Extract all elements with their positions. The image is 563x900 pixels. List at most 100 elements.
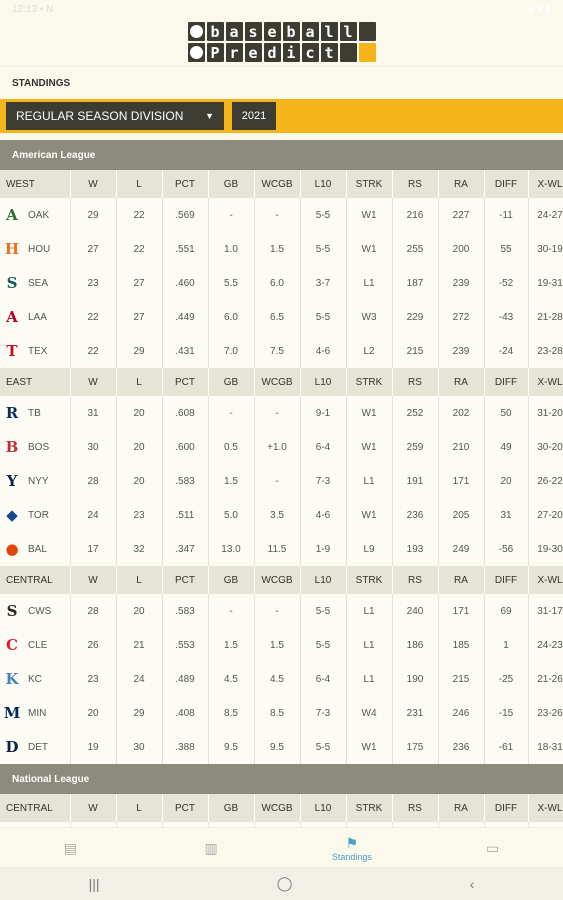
column-header[interactable]: L <box>116 368 163 396</box>
stat-cell: 236 <box>392 498 439 532</box>
team-row[interactable]: D DET 19 30.388 9.5 9.5 5-5 W1 175 236 -61 18-31 <box>0 730 563 764</box>
stat-cell: 3-7 <box>300 266 347 300</box>
filter-bar: REGULAR SEASON DIVISION ▼ 2021 <box>0 99 563 133</box>
stat-cell: 22 <box>116 198 163 232</box>
column-header[interactable]: L <box>116 170 163 198</box>
column-header[interactable]: RS <box>392 170 439 198</box>
stat-cell: 23-28 <box>528 334 563 368</box>
team-row[interactable]: T TEX 22 29.431 7.0 7.5 4-6 L2 215 239 -24 23-28 <box>0 334 563 368</box>
team-cell[interactable]: Y NYY <box>0 464 71 498</box>
team-cell[interactable]: S SEA <box>0 266 71 300</box>
team-cell[interactable]: A LAA <box>0 300 71 334</box>
texas-icon: T <box>6 341 18 360</box>
team-cell[interactable]: H HOU <box>0 232 71 266</box>
team-row[interactable]: C CLE 26 21.553 1.5 1.5 5-5 L1 186 185 1 24-23 <box>0 628 563 662</box>
column-header[interactable]: RA <box>438 170 485 198</box>
column-header[interactable]: WCGB <box>254 794 301 822</box>
team-row[interactable]: K KC 23 24.489 4.5 4.5 6-4 L1 190 215 -25 21-26 <box>0 662 563 696</box>
column-header[interactable]: RA <box>438 794 485 822</box>
column-header[interactable]: L <box>116 794 163 822</box>
team-row[interactable]: A LAA 22 27.449 6.0 6.5 5-5 W3 229 272 -43 21-28 <box>0 300 563 334</box>
team-cell[interactable]: B BOS <box>0 430 71 464</box>
logo-letter: b <box>206 22 224 41</box>
nav-item[interactable]: ▭ <box>422 828 563 868</box>
column-header[interactable]: DIFF <box>484 170 529 198</box>
column-header[interactable]: X-WL <box>528 368 563 396</box>
column-header[interactable]: W <box>70 368 117 396</box>
stat-cell: 227 <box>438 198 485 232</box>
nav-item[interactable]: ⚑ Standings <box>282 828 423 868</box>
stat-cell: 22 <box>70 334 117 368</box>
year-dropdown[interactable]: 2021 <box>232 102 276 130</box>
team-abbr: KC <box>28 673 42 685</box>
team-row[interactable]: M MIN 20 29.408 8.5 8.5 7-3 W4 231 246 -15 23-26 <box>0 696 563 730</box>
kansas-city-icon: K <box>5 669 19 688</box>
team-row[interactable]: B BOS 30 20.600 0.5 +1.0 6-4 W1 259 210 49 30-20 <box>0 430 563 464</box>
stat-cell: 255 <box>392 232 439 266</box>
nav-item[interactable]: ▥ <box>141 828 282 868</box>
column-header[interactable]: GB <box>208 566 255 594</box>
column-header[interactable]: GB <box>208 170 255 198</box>
column-header[interactable]: WCGB <box>254 368 301 396</box>
column-header[interactable]: STRK <box>346 170 393 198</box>
column-header[interactable]: W <box>70 170 117 198</box>
team-cell[interactable]: R TB <box>0 396 71 430</box>
column-header[interactable]: RS <box>392 794 439 822</box>
column-header[interactable]: GB <box>208 794 255 822</box>
team-cell[interactable]: A OAK <box>0 198 71 232</box>
column-header[interactable]: X-WL <box>528 794 563 822</box>
column-header[interactable]: RS <box>392 368 439 396</box>
recents-icon[interactable]: ||| <box>89 876 100 892</box>
column-header[interactable]: WCGB <box>254 566 301 594</box>
stat-cell: 239 <box>438 266 485 300</box>
column-header[interactable]: STRK <box>346 368 393 396</box>
team-cell[interactable]: T TEX <box>0 334 71 368</box>
team-row[interactable]: R TB 31 20.608- -9-1 W1 252 202 50 31-20 <box>0 396 563 430</box>
team-row[interactable]: ● BAL 17 32.347 13.0 11.5 1-9 L9 193 249 -56 19-30 <box>0 532 563 566</box>
column-header[interactable]: PCT <box>162 794 209 822</box>
team-row[interactable]: ◆ TOR 24 23.511 5.0 3.5 4-6 W1 236 205 31 27-20 <box>0 498 563 532</box>
column-header[interactable]: DIFF <box>484 368 529 396</box>
team-cell[interactable]: ● BAL <box>0 532 71 566</box>
column-header[interactable]: WCGB <box>254 170 301 198</box>
column-header[interactable]: X-WL <box>528 566 563 594</box>
column-header[interactable]: X-WL <box>528 170 563 198</box>
column-header[interactable]: RA <box>438 566 485 594</box>
back-icon[interactable]: ‹ <box>470 876 475 892</box>
column-header[interactable]: DIFF <box>484 794 529 822</box>
column-header[interactable]: L10 <box>300 794 347 822</box>
team-row[interactable]: S SEA 23 27.460 5.5 6.0 3-7 L1 187 239 -52 19-31 <box>0 266 563 300</box>
team-row[interactable]: S CWS 28 20.583- -5-5 L1 240 171 69 31-17 <box>0 594 563 628</box>
team-cell[interactable]: M MIN <box>0 696 71 730</box>
team-cell[interactable]: C CLE <box>0 628 71 662</box>
column-header[interactable]: PCT <box>162 566 209 594</box>
team-cell[interactable]: ◆ TOR <box>0 498 71 532</box>
division-dropdown[interactable]: REGULAR SEASON DIVISION ▼ <box>6 102 224 130</box>
column-header[interactable]: RA <box>438 368 485 396</box>
column-header[interactable]: L <box>116 566 163 594</box>
stat-cell: 32 <box>116 532 163 566</box>
team-cell[interactable]: K KC <box>0 662 71 696</box>
standings-list[interactable]: American League WEST W L PCT GB WCGB L10 STRK RS R… <box>0 140 563 827</box>
column-header[interactable]: L10 <box>300 368 347 396</box>
team-cell[interactable]: D DET <box>0 730 71 764</box>
column-header[interactable]: PCT <box>162 170 209 198</box>
column-header[interactable]: L10 <box>300 170 347 198</box>
column-header[interactable]: RS <box>392 566 439 594</box>
column-header[interactable]: L10 <box>300 566 347 594</box>
team-cell[interactable]: S CWS <box>0 594 71 628</box>
logo-letter: l <box>320 22 338 41</box>
team-row[interactable]: A OAK 29 22.569- -5-5 W1 216 227 -11 24-27 <box>0 198 563 232</box>
column-header[interactable]: PCT <box>162 368 209 396</box>
column-header[interactable]: STRK <box>346 794 393 822</box>
column-header[interactable]: W <box>70 794 117 822</box>
team-row[interactable]: Y NYY 28 20.583 1.5-7-3 L1 191 171 20 26-22 <box>0 464 563 498</box>
column-header[interactable]: STRK <box>346 566 393 594</box>
stat-cell: 22 <box>116 232 163 266</box>
column-header[interactable]: W <box>70 566 117 594</box>
nav-item[interactable]: ▤ <box>0 828 141 868</box>
team-row[interactable]: H HOU 27 22.551 1.0 1.5 5-5 W1 255 200 55 30-19 <box>0 232 563 266</box>
column-header[interactable]: DIFF <box>484 566 529 594</box>
home-icon[interactable]: ◯ <box>277 875 293 892</box>
column-header[interactable]: GB <box>208 368 255 396</box>
